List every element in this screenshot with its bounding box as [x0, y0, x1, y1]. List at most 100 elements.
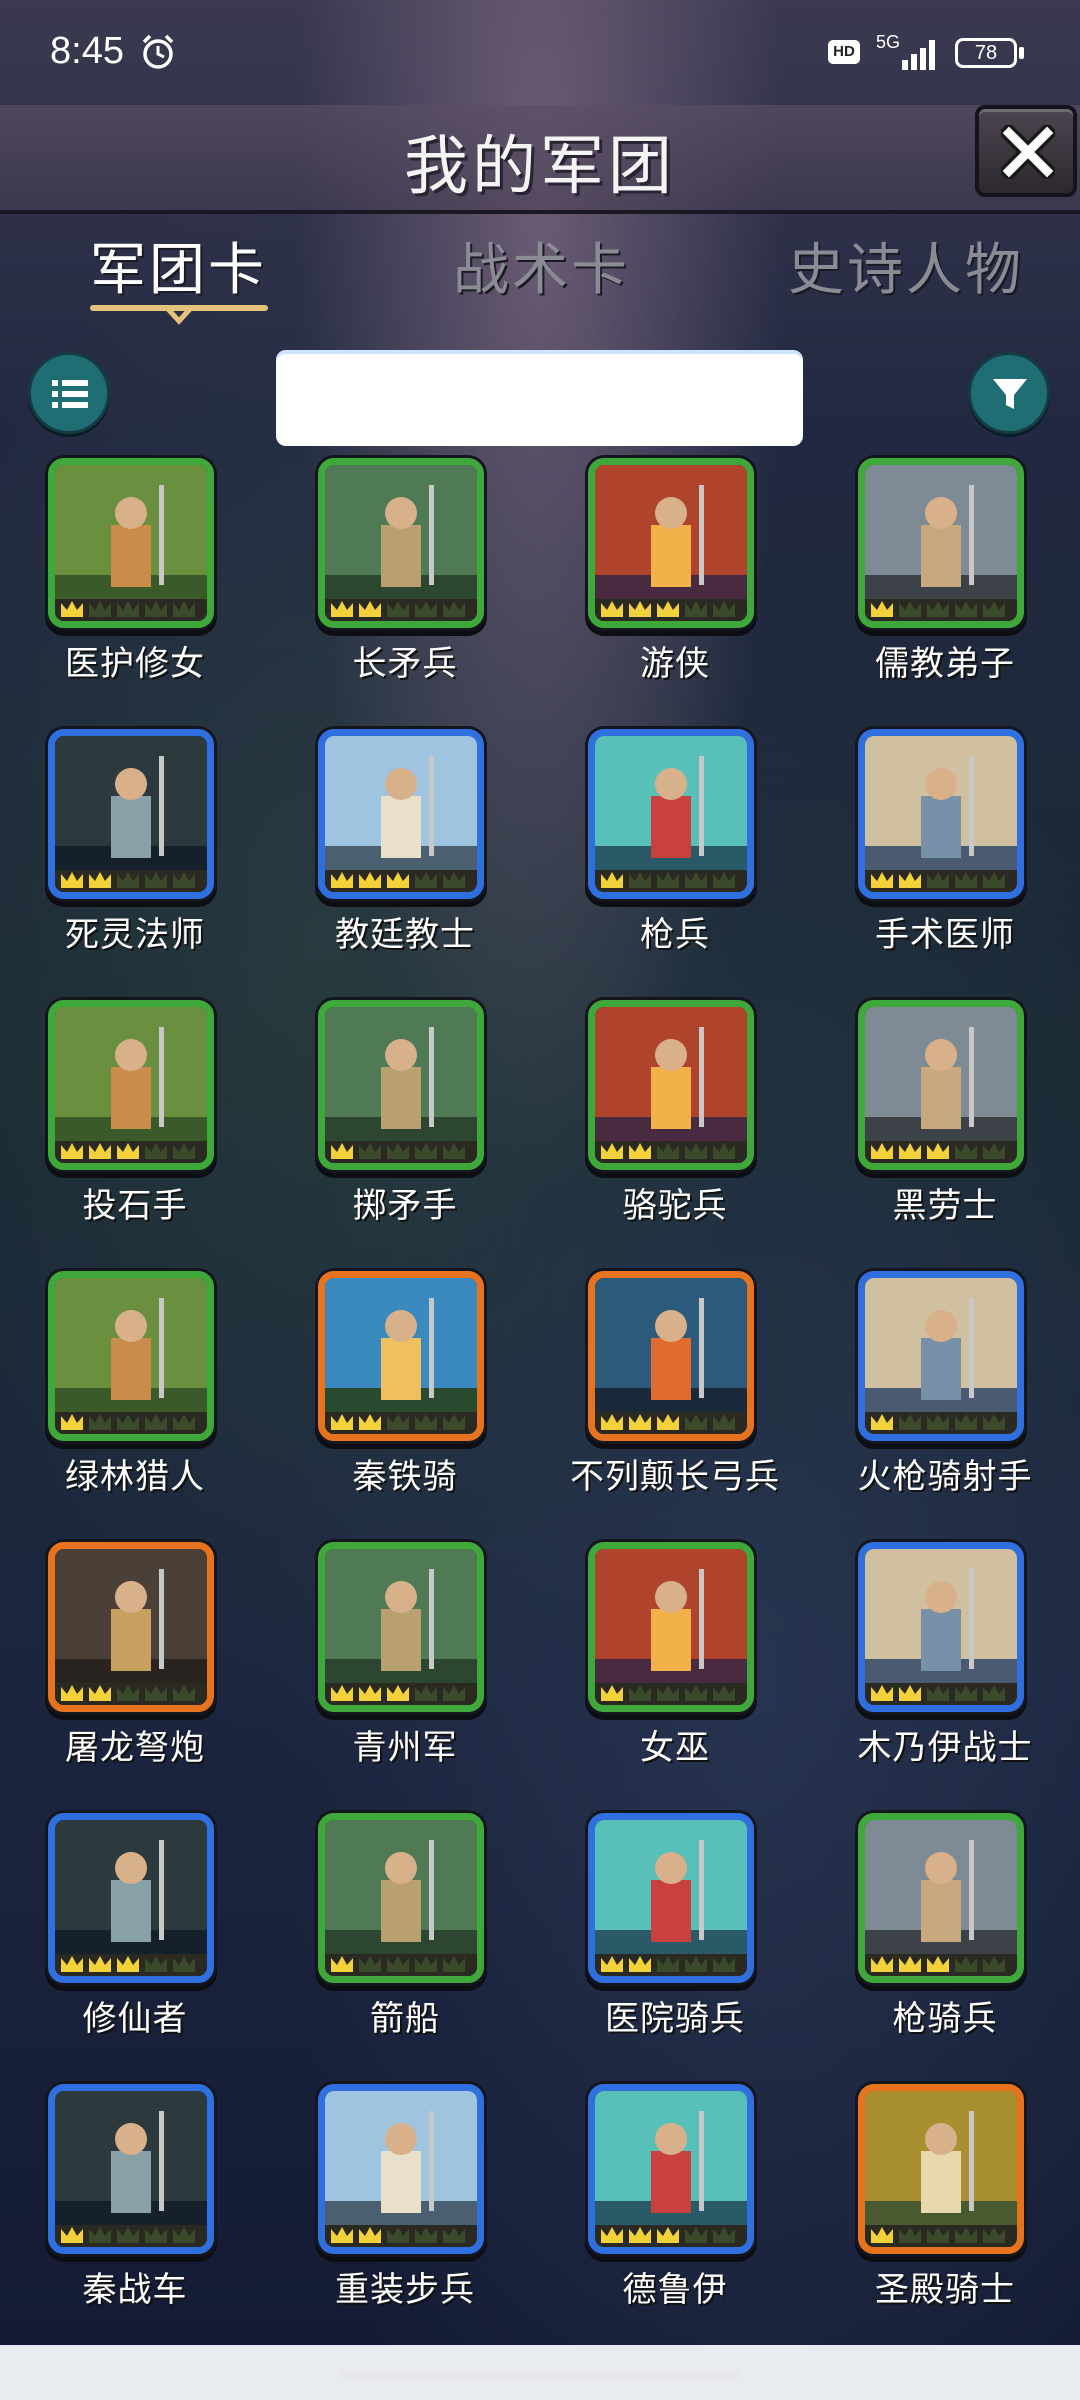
- signal-icon: [902, 40, 935, 70]
- legion-card[interactable]: 投石手: [0, 1000, 270, 1260]
- card-frame: [588, 1542, 754, 1712]
- legion-card[interactable]: 屠龙弩炮: [0, 1542, 270, 1802]
- card-portrait-image: [865, 736, 1017, 892]
- card-name: 不列颠长弓兵: [570, 1457, 780, 1497]
- legion-card[interactable]: 秦铁骑: [270, 1271, 540, 1531]
- card-portrait-image: [325, 1549, 477, 1705]
- legion-card[interactable]: 绿林猎人: [0, 1271, 270, 1531]
- battery-icon: 78: [955, 38, 1017, 68]
- legion-card[interactable]: 儒教弟子: [810, 458, 1080, 718]
- close-button[interactable]: [975, 105, 1077, 197]
- card-name: 掷矛手: [352, 1186, 458, 1226]
- tab-bar: 军团卡 战术卡 史诗人物: [0, 225, 1080, 335]
- card-name: 医院骑兵: [605, 1999, 745, 2039]
- card-frame: [318, 1000, 484, 1170]
- legion-card[interactable]: 不列颠长弓兵: [540, 1271, 810, 1531]
- card-portrait-image: [865, 2091, 1017, 2247]
- card-name: 重装步兵: [335, 2270, 475, 2310]
- legion-card[interactable]: 箭船: [270, 1813, 540, 2073]
- card-frame: [318, 1271, 484, 1441]
- card-frame: [858, 1542, 1024, 1712]
- card-frame: [858, 1000, 1024, 1170]
- home-indicator[interactable]: [340, 2370, 740, 2380]
- legion-card[interactable]: 木乃伊战士: [810, 1542, 1080, 1802]
- card-portrait-image: [55, 1007, 207, 1163]
- legion-card[interactable]: 掷矛手: [270, 1000, 540, 1260]
- legion-card[interactable]: 黑劳士: [810, 1000, 1080, 1260]
- card-portrait-image: [55, 2091, 207, 2247]
- legion-card[interactable]: 医护修女: [0, 458, 270, 718]
- list-view-button[interactable]: [28, 352, 110, 434]
- card-portrait-image: [325, 2091, 477, 2247]
- card-frame: [858, 2084, 1024, 2254]
- card-name: 教廷教士: [335, 915, 475, 955]
- card-name: 骆驼兵: [622, 1186, 728, 1226]
- close-icon: [1001, 125, 1055, 179]
- list-icon: [52, 380, 88, 408]
- card-portrait-image: [595, 2091, 747, 2247]
- card-frame: [858, 729, 1024, 899]
- legion-card[interactable]: 青州军: [270, 1542, 540, 1802]
- legion-card[interactable]: 火枪骑射手: [810, 1271, 1080, 1531]
- page-title: 我的军团: [404, 130, 676, 204]
- legion-card[interactable]: 德鲁伊: [540, 2084, 810, 2344]
- card-frame: [588, 1813, 754, 1983]
- tab-tactic-cards[interactable]: 战术卡: [453, 225, 630, 306]
- card-portrait-image: [595, 1278, 747, 1434]
- card-portrait-image: [595, 1549, 747, 1705]
- filter-button[interactable]: [968, 352, 1050, 434]
- card-frame: [858, 1813, 1024, 1983]
- legion-card[interactable]: 重装步兵: [270, 2084, 540, 2344]
- legion-card[interactable]: 秦战车: [0, 2084, 270, 2344]
- legion-card[interactable]: 长矛兵: [270, 458, 540, 718]
- title-bar: 我的军团: [0, 105, 1080, 214]
- card-name: 儒教弟子: [875, 644, 1015, 684]
- status-time: 8:45: [50, 30, 124, 72]
- card-portrait-image: [55, 1278, 207, 1434]
- card-name: 死灵法师: [65, 915, 205, 955]
- card-frame: [318, 458, 484, 628]
- alarm-icon: [142, 34, 174, 69]
- tab-epic-heroes[interactable]: 史诗人物: [788, 225, 1024, 306]
- card-name: 枪骑兵: [892, 1999, 998, 2039]
- card-portrait-image: [595, 1007, 747, 1163]
- card-frame: [588, 458, 754, 628]
- tab-legion-cards[interactable]: 军团卡: [90, 225, 267, 306]
- card-portrait-image: [55, 736, 207, 892]
- card-frame: [48, 1542, 214, 1712]
- card-frame: [48, 1000, 214, 1170]
- card-portrait-image: [595, 465, 747, 621]
- legion-card[interactable]: 修仙者: [0, 1813, 270, 2073]
- card-frame: [588, 729, 754, 899]
- card-name: 枪兵: [640, 915, 710, 955]
- card-portrait-image: [595, 736, 747, 892]
- hd-icon: HD: [828, 40, 860, 64]
- legion-card[interactable]: 圣殿骑士: [810, 2084, 1080, 2344]
- card-portrait-image: [325, 1278, 477, 1434]
- legion-card[interactable]: 教廷教士: [270, 729, 540, 989]
- card-frame: [858, 1271, 1024, 1441]
- battery-level: 78: [974, 42, 998, 64]
- legion-card[interactable]: 医院骑兵: [540, 1813, 810, 2073]
- card-name: 修仙者: [82, 1999, 188, 2039]
- search-input[interactable]: [276, 350, 803, 446]
- card-frame: [318, 1813, 484, 1983]
- card-name: 长矛兵: [352, 644, 458, 684]
- legion-card[interactable]: 枪兵: [540, 729, 810, 989]
- card-frame: [318, 729, 484, 899]
- legion-card[interactable]: 枪骑兵: [810, 1813, 1080, 2073]
- card-name: 秦铁骑: [352, 1457, 458, 1497]
- legion-card[interactable]: 骆驼兵: [540, 1000, 810, 1260]
- card-name: 圣殿骑士: [875, 2270, 1015, 2310]
- card-name: 手术医师: [875, 915, 1015, 955]
- legion-card[interactable]: 女巫: [540, 1542, 810, 1802]
- legion-card[interactable]: 手术医师: [810, 729, 1080, 989]
- card-portrait-image: [865, 1820, 1017, 1976]
- app-screen: 8:45 HD 5G 78 我的军团 军团卡 战术卡 史诗人物 医护修女 长矛兵…: [0, 0, 1080, 2400]
- card-portrait-image: [55, 1549, 207, 1705]
- legion-card[interactable]: 死灵法师: [0, 729, 270, 989]
- card-portrait-image: [865, 465, 1017, 621]
- card-frame: [48, 1271, 214, 1441]
- card-portrait-image: [325, 465, 477, 621]
- legion-card[interactable]: 游侠: [540, 458, 810, 718]
